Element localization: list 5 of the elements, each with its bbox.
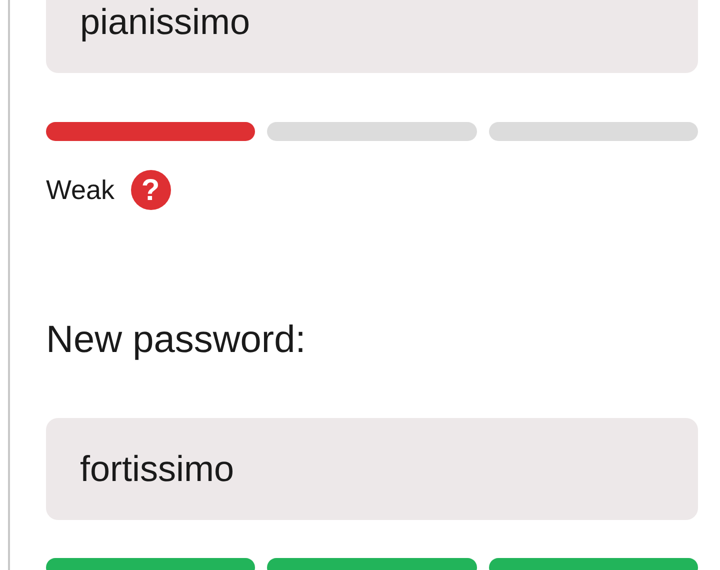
strength-label: Weak [46, 174, 115, 207]
password-field[interactable]: fortissimo [46, 418, 698, 520]
field-label: New password: [46, 318, 306, 363]
password-field[interactable]: pianissimo [46, 0, 698, 73]
help-button[interactable]: ? [130, 170, 171, 210]
